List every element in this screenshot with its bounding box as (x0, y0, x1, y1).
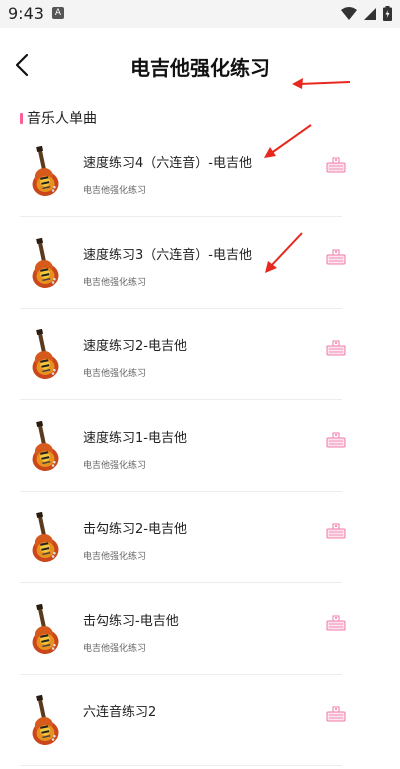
wifi-icon (341, 6, 357, 20)
song-list: 速度练习4（六连音）-电吉他 电吉他强化练习 速度练习3（六连音）-电吉他 电吉… (0, 128, 400, 769)
song-item[interactable]: 击勾练习2-电吉他 电吉他强化练习 (0, 494, 400, 586)
guitar-thumbnail (22, 603, 67, 656)
status-icons (341, 6, 392, 21)
song-subtitle: 电吉他强化练习 (83, 460, 147, 471)
song-action-icon[interactable] (326, 339, 346, 357)
song-title: 速度练习3（六连音）-电吉他 (83, 247, 252, 263)
status-time: 9:43 (8, 4, 44, 23)
song-title: 速度练习4（六连音）-电吉他 (83, 156, 252, 171)
song-title: 六连音练习2 (83, 705, 157, 720)
status-bar: 9:43 A (0, 0, 400, 28)
song-item[interactable]: 速度练习4（六连音）-电吉他 电吉他强化练习 (0, 128, 400, 220)
divider (20, 399, 342, 400)
guitar-thumbnail (22, 694, 67, 747)
guitar-thumbnail (22, 420, 67, 473)
section-accent-bar (20, 112, 23, 124)
song-title: 速度练习2-电吉他 (83, 339, 187, 354)
song-title: 击勾练习-电吉他 (83, 613, 179, 629)
guitar-thumbnail (22, 237, 67, 290)
song-action-icon[interactable] (326, 431, 346, 449)
section-header: 音乐人单曲 (20, 108, 97, 128)
divider (20, 307, 342, 309)
divider (20, 216, 342, 217)
song-item[interactable]: 六连音练习2 (0, 677, 400, 769)
song-subtitle: 电吉他强化练习 (83, 643, 147, 654)
page-title: 电吉他强化练习 (130, 56, 270, 80)
song-action-icon[interactable] (326, 614, 346, 632)
divider (20, 765, 342, 766)
song-subtitle: 电吉他强化练习 (83, 369, 147, 379)
guitar-thumbnail (22, 145, 67, 198)
song-subtitle: 电吉他强化练习 (83, 186, 147, 196)
song-item[interactable]: 速度练习2-电吉他 电吉他强化练习 (0, 311, 400, 403)
song-title: 击勾练习2-电吉他 (83, 522, 187, 537)
notification-icon: A (52, 7, 64, 19)
signal-icon (364, 7, 376, 20)
divider (20, 673, 342, 675)
song-item[interactable]: 速度练习3（六连音）-电吉他 电吉他强化练习 (0, 220, 400, 312)
section-title: 音乐人单曲 (27, 111, 97, 127)
song-item[interactable]: 速度练习1-电吉他 电吉他强化练习 (0, 403, 400, 495)
guitar-thumbnail (22, 511, 67, 564)
song-action-icon[interactable] (326, 522, 346, 540)
song-subtitle: 电吉他强化练习 (83, 277, 147, 288)
guitar-thumbnail (22, 328, 67, 381)
song-action-icon[interactable] (326, 156, 346, 174)
battery-icon (383, 6, 392, 21)
divider (20, 490, 342, 492)
divider (20, 582, 342, 583)
app-header: 电吉他强化练习 (0, 28, 400, 104)
song-subtitle: 电吉他强化练习 (83, 552, 147, 562)
song-item[interactable]: 击勾练习-电吉他 电吉他强化练习 (0, 586, 400, 678)
song-action-icon[interactable] (326, 248, 346, 266)
song-action-icon[interactable] (326, 705, 346, 723)
song-title: 速度练习1-电吉他 (83, 430, 187, 446)
